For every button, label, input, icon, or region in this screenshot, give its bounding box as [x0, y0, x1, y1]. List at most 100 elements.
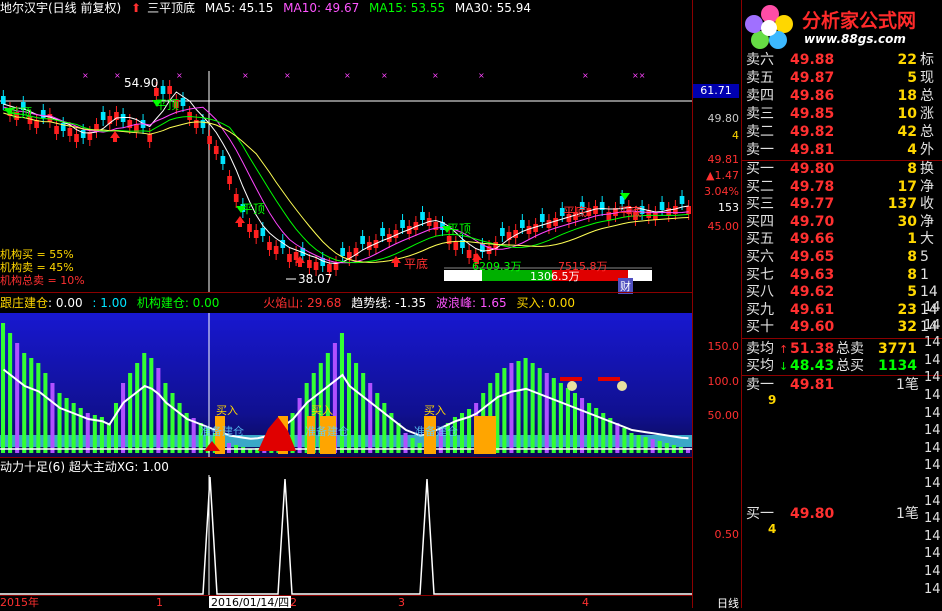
level-price: 49.80 [790, 161, 835, 177]
level-label: 买十 [746, 319, 774, 336]
candle-body [420, 212, 425, 220]
sell-level-row[interactable]: 卖二 49.82 42 总 [742, 124, 942, 141]
level-price: 49.66 [790, 231, 835, 248]
candle-body [160, 86, 166, 94]
level-volume: 137 [887, 196, 917, 213]
indicator2-bar [177, 403, 182, 453]
period-label[interactable]: 日线 [717, 595, 739, 611]
date-label: 1 [156, 596, 163, 608]
pattern-name: 三平顶底 [147, 1, 196, 15]
indicator2-bar [163, 383, 168, 453]
date-axis: 2015年 1 2016/01/14/四 2 3 4 [0, 595, 692, 608]
buy-level-row[interactable]: 买四 49.70 30 净 [742, 214, 942, 231]
buy-total-label: 总买 [836, 358, 864, 374]
candle-body [213, 146, 219, 154]
side-label: 收 [920, 196, 934, 213]
ma5-label: MA5: 45.15 [204, 1, 274, 15]
ping-di-label: 平底 [563, 205, 588, 219]
buy-level-row[interactable]: 买二 49.78 17 净 [742, 179, 942, 196]
indicator2-bar [57, 393, 62, 453]
indicator2-bar [643, 437, 648, 453]
sell-level-row[interactable]: 卖六 49.88 22 标 [742, 52, 942, 69]
sell-level-row[interactable]: 卖一 49.81 4 外 [742, 142, 942, 159]
axis-value: 4 [732, 129, 739, 142]
candle-body [307, 260, 312, 268]
level-price: 49.86 [790, 88, 835, 104]
tick-buy1: 买一 49.80 1笔 [742, 506, 942, 523]
date-label: 2015年 [0, 596, 39, 608]
indicator2-bar [636, 435, 641, 453]
indicator2-bar [657, 441, 662, 453]
sell-level-row[interactable]: 卖四 49.86 18 总 [742, 88, 942, 105]
candle-body [313, 262, 319, 270]
indicator2-bar [565, 388, 570, 453]
indicator3-chart[interactable] [0, 475, 692, 595]
indicator2-bar [170, 393, 175, 453]
svg-text:×: × [284, 71, 291, 80]
indicator2-bar [382, 403, 387, 453]
buy-total: 1134 [878, 358, 917, 374]
level-volume: 8 [907, 161, 917, 177]
candle-body [220, 156, 226, 164]
logo-url: www.88gs.com [804, 32, 906, 46]
tick-buy1-vol: 4 [768, 522, 777, 536]
side-label: 总 [920, 88, 934, 104]
indicator2-bar [629, 433, 634, 453]
level-volume: 42 [897, 124, 917, 140]
buy-level-row[interactable]: 买五 49.66 1 大 [742, 231, 942, 248]
buy-level-row[interactable]: 买六 49.65 8 5 [742, 249, 942, 266]
date-label: 3 [398, 596, 405, 608]
indicator2-header: 跟庄建仓: 0.00 : 1.00 机构建仓: 0.00 火焰山: 29.68 … [0, 295, 581, 311]
side-label: 大 [920, 231, 934, 248]
time-cell: 14 [924, 388, 941, 403]
level-price: 49.85 [790, 106, 835, 122]
level-price: 49.63 [790, 266, 835, 283]
crosshair-date: 2016/01/14/四 [209, 596, 292, 608]
up-arrow-icon: ↑ [779, 343, 789, 356]
svg-text:×: × [176, 71, 183, 80]
buy-avg-price: 48.43 [790, 358, 835, 374]
candlestick-chart[interactable]: × × × × × × × × × × ×× [0, 16, 692, 292]
quote-panel: 分析家公式网 www.88gs.com 卖六 49.88 22 标卖五 49.87 5 现卖… [741, 0, 942, 608]
chart-area[interactable]: 地尔汉宇(日线 前复权) ⬆ 三平顶底 MA5: 45.15 MA10: 49.6… [0, 0, 692, 608]
side-label: 标 [920, 52, 934, 68]
ma30-label: MA30: 55.94 [454, 1, 531, 15]
price-axis: 61.71 49.80 4 49.81 ▲1.47 3.04% 153 45.0… [692, 0, 741, 611]
buy-level-row[interactable]: 买一 49.80 8 换 [742, 161, 942, 178]
candle-body [380, 228, 385, 236]
level-volume: 18 [897, 88, 917, 104]
candle-body [520, 220, 525, 228]
indicator2-bar [551, 378, 556, 453]
date-label: 2 [290, 596, 297, 608]
level-volume: 5 [907, 284, 917, 301]
indicator2-bar [558, 383, 563, 453]
time-cell: 14 [924, 440, 941, 456]
buy-level-row[interactable]: 买十 49.60 32 14 [742, 319, 942, 336]
high-price-label: 54.90 [124, 76, 159, 90]
sell-level-row[interactable]: 卖三 49.85 10 涨 [742, 106, 942, 123]
indicator2-bar [121, 383, 126, 453]
flow-left-label: 6209.3万 [472, 260, 522, 273]
svg-text:×: × [432, 71, 439, 80]
indicator2-bar [368, 383, 373, 453]
buy-signal: 买入 [311, 404, 333, 417]
buy-level-row[interactable]: 买七 49.63 8 1 [742, 267, 942, 284]
buy-level-row[interactable]: 买三 49.77 137 收 [742, 196, 942, 213]
ind2-t5: 趋势线: -1.35 [351, 296, 427, 310]
buy-level-row[interactable]: 买九 49.61 23 14 [742, 302, 942, 319]
buy-level-row[interactable]: 买八 49.62 5 14 [742, 284, 942, 301]
ind2-axis: 150.0 [707, 340, 740, 353]
axis-value: ▲1.47 [706, 169, 739, 182]
candle-body [659, 202, 665, 210]
buy-avg-row: 买均 ↓ 48.43 总买 1134 [742, 358, 942, 375]
sell-level-row[interactable]: 卖五 49.87 5 现 [742, 70, 942, 87]
ping-di-label: 平底 [618, 205, 643, 219]
indicator2-bar [149, 358, 154, 453]
candle-body [360, 236, 365, 244]
indicator2-bar [226, 443, 232, 453]
inst-total-sell-label: 机构总卖 = 10% [0, 274, 85, 287]
time-cell: 14 [924, 564, 941, 579]
sell-total: 3771 [878, 341, 917, 357]
time-cell: 14 [924, 370, 941, 386]
axis-value: 3.04% [704, 185, 739, 198]
